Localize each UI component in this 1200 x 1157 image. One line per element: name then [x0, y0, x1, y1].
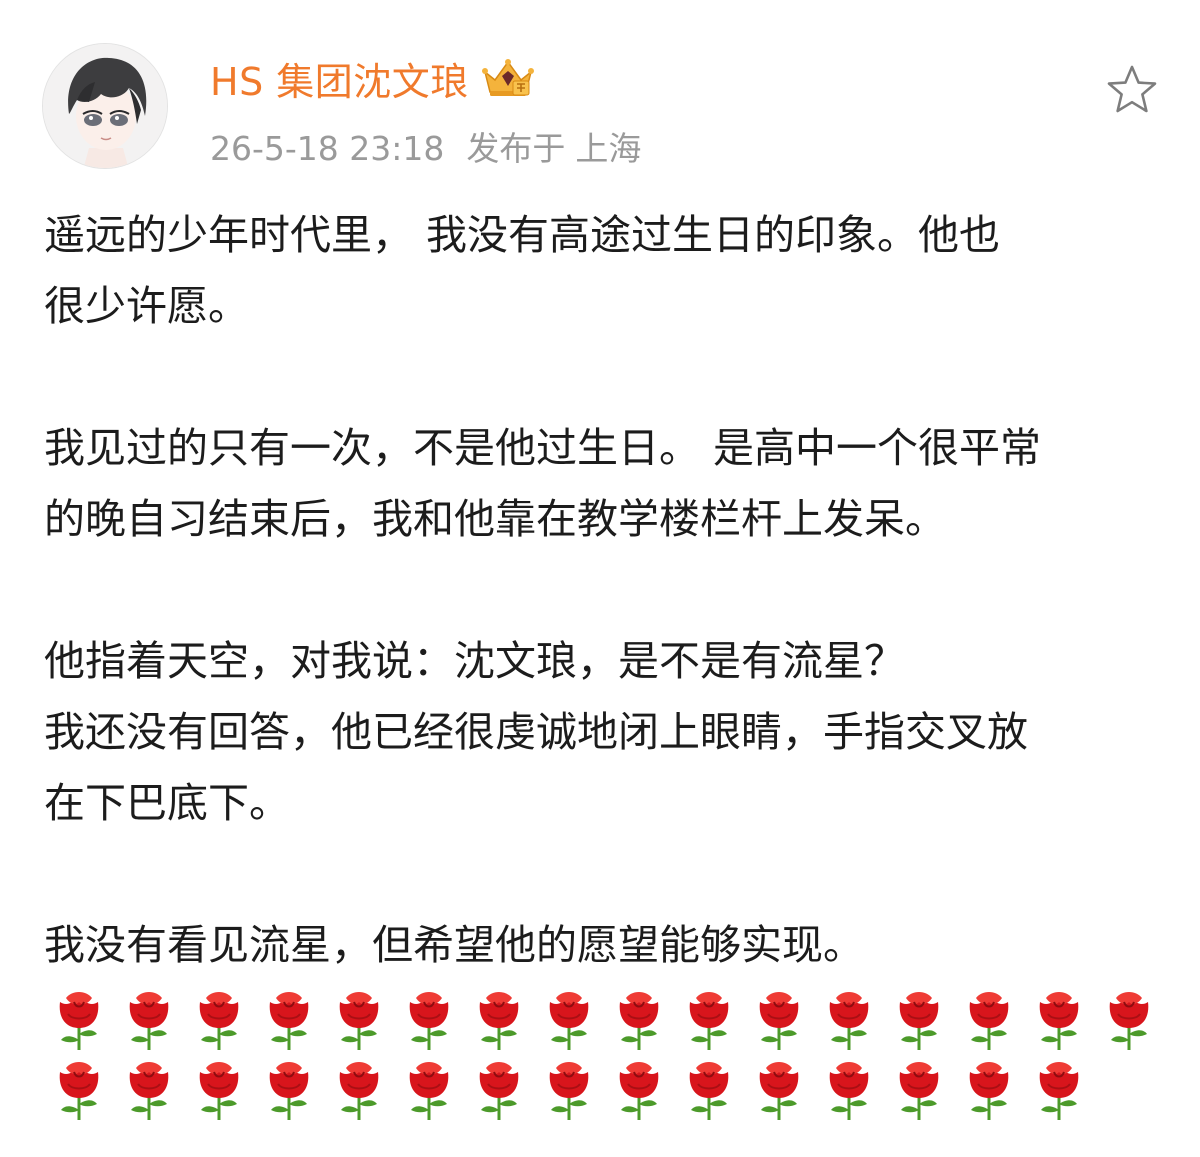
rose-emoji-icon — [1024, 988, 1094, 1052]
favorite-button[interactable] — [1104, 62, 1160, 118]
rose-emoji-icon — [1094, 988, 1164, 1052]
paragraph: 我见过的只有一次，不是他过生日。 是高中一个很平常 的晚自习结束后，我和他靠在教… — [44, 413, 1154, 555]
paragraph: 我没有看见流星，但希望他的愿望能够实现。 — [44, 910, 1154, 981]
rose-emoji-icon — [184, 988, 254, 1052]
username[interactable]: HS 集团沈文琅 — [210, 51, 469, 106]
rose-emoji-icon — [114, 1058, 184, 1122]
rose-emoji-icon — [394, 1058, 464, 1122]
rose-emoji-icon — [674, 988, 744, 1052]
rose-emoji-icon — [324, 988, 394, 1052]
rose-emoji-icon — [744, 1058, 814, 1122]
rose-emoji-icon — [254, 988, 324, 1052]
rose-emoji-icon — [464, 1058, 534, 1122]
rose-emoji-icon — [744, 988, 814, 1052]
star-outline-icon — [1107, 65, 1157, 113]
paragraph: 遥远的少年时代里， 我没有高途过生日的印象。他也 很少许愿。 — [44, 200, 1154, 342]
rose-emoji-icon — [1024, 1058, 1094, 1122]
text-line: 遥远的少年时代里， 我没有高途过生日的印象。他也 — [44, 211, 1001, 259]
rose-emoji-icon — [884, 988, 954, 1052]
post-meta: 26-5-18 23:18 发布于 上海 — [210, 122, 641, 170]
rose-emoji-icon — [44, 1058, 114, 1122]
text-line: 的晚自习结束后，我和他靠在教学楼栏杆上发呆。 — [44, 495, 946, 543]
rose-emoji-rows — [44, 985, 1164, 1125]
post-time: 26-5-18 23:18 — [210, 129, 445, 168]
rose-row — [44, 985, 1164, 1055]
post-content: 遥远的少年时代里， 我没有高途过生日的印象。他也 很少许愿。 我见过的只有一次，… — [44, 200, 1154, 981]
rose-emoji-icon — [604, 988, 674, 1052]
text-line: 他指着天空，对我说：沈文琅，是不是有流星？ — [44, 637, 905, 685]
rose-emoji-icon — [534, 1058, 604, 1122]
rose-emoji-icon — [44, 988, 114, 1052]
rose-emoji-icon — [954, 988, 1024, 1052]
rose-row — [44, 1055, 1164, 1125]
paragraph: 他指着天空，对我说：沈文琅，是不是有流星？ 我还没有回答，他已经很虔诚地闭上眼睛… — [44, 626, 1154, 839]
location-label: 发布于 — [466, 129, 566, 168]
rose-emoji-icon — [534, 988, 604, 1052]
rose-emoji-icon — [814, 1058, 884, 1122]
rose-emoji-icon — [114, 988, 184, 1052]
text-line: 我还没有回答，他已经很虔诚地闭上眼睛，手指交叉放 — [44, 708, 1028, 756]
text-line: 我见过的只有一次，不是他过生日。 是高中一个很平常 — [44, 424, 1042, 472]
rose-emoji-icon — [324, 1058, 394, 1122]
rose-emoji-icon — [954, 1058, 1024, 1122]
avatar[interactable] — [42, 43, 168, 169]
rose-emoji-icon — [604, 1058, 674, 1122]
username-row: HS 集团沈文琅 — [210, 52, 535, 104]
rose-emoji-icon — [884, 1058, 954, 1122]
post-location: 上海 — [575, 129, 642, 168]
rose-emoji-icon — [254, 1058, 324, 1122]
avatar-image — [43, 44, 167, 168]
rose-emoji-icon — [184, 1058, 254, 1122]
text-line: 我没有看见流星，但希望他的愿望能够实现。 — [44, 921, 864, 969]
rose-emoji-icon — [464, 988, 534, 1052]
weibo-post: HS 集团沈文琅 26-5-18 23:18 发布于 上海 遥远的少年时代里， 我没… — [0, 0, 1200, 1157]
text-line: 在下巴底下。 — [44, 779, 290, 827]
rose-emoji-icon — [814, 988, 884, 1052]
vip-crown-icon[interactable] — [481, 58, 535, 98]
rose-emoji-icon — [674, 1058, 744, 1122]
text-line: 很少许愿。 — [44, 282, 249, 330]
rose-emoji-icon — [394, 988, 464, 1052]
